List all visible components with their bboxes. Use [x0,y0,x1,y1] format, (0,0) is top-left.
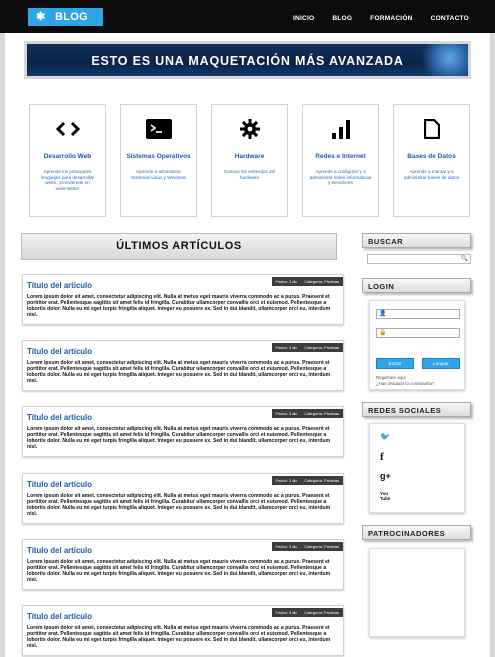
article-body: Lorem ipsum dolor sit amet, consectetur … [27,625,331,650]
feature-desc: Aprende los principales lenguajes para d… [40,169,95,191]
youtube-icon[interactable]: You Tube [380,491,394,501]
article-meta: Fecha: 3 dic Categoría: Pruebas [271,542,343,551]
search-icon[interactable]: 🔍 [461,255,468,264]
brand-logo[interactable]: ✱ BLOG [28,8,103,26]
social-header: REDES SOCIALES [362,402,471,417]
main-nav: INICIO BLOG FORMACIÓN CONTACTO [293,15,469,22]
article-card: Título del artículo Fecha: 3 dic Categorí… [22,539,344,590]
register-link[interactable]: Registrate aquí [376,375,406,380]
login-heading: LOGIN [368,281,395,291]
username-field[interactable]: 👤 [376,309,460,319]
login-panel: 👤 🔒 Entrar Limpiar Registrate aquí ¿Has … [369,300,465,390]
article-date: Fecha: 3 dic [275,478,298,483]
article-category[interactable]: Categoría: Pruebas [304,608,339,617]
article-card: Título del artículo Fecha: 3 dic Categorí… [22,274,344,325]
article-title[interactable]: Título del artículo [27,347,92,356]
nav-item-blog[interactable]: BLOG [332,15,352,22]
feature-desc: Conoce los entresijos del hardware [223,169,276,180]
feature-title: Redes e Internet [315,153,366,160]
social-panel: 🐦 f g+ You Tube [369,423,465,513]
latest-articles-title: ÚLTIMOS ARTÍCULOS [116,240,242,252]
feature-card-hardware[interactable]: Hardware Conoce los entresijos del hardw… [211,104,288,217]
twitter-icon[interactable]: 🐦 [380,432,390,441]
article-date: Fecha: 3 dic [275,345,298,350]
facebook-icon[interactable]: f [380,451,384,463]
article-title[interactable]: Título del artículo [27,281,92,290]
article-body: Lorem ipsum dolor sit amet, consectetur … [27,559,331,584]
article-card: Título del artículo Fecha: 3 dic Categorí… [22,340,344,391]
article-date: Fecha: 3 dic [275,610,298,615]
sponsors-header: PATROCINADORES [362,525,471,540]
lock-icon: 🔒 [379,330,387,336]
social-heading: REDES SOCIALES [368,405,442,415]
user-icon: 👤 [379,311,387,317]
article-body: Lorem ipsum dolor sit amet, consectetur … [27,426,331,451]
nav-item-inicio[interactable]: INICIO [293,15,314,22]
password-field[interactable]: 🔒 [376,328,460,338]
top-navbar: ✱ BLOG INICIO BLOG FORMACIÓN CONTACTO [0,0,495,33]
article-category[interactable]: Categoría: Pruebas [304,277,339,286]
feature-desc: Aprende a montar y a administrar bases d… [403,169,460,180]
search-heading: BUSCAR [368,236,404,246]
sponsors-heading: PATROCINADORES [368,528,446,538]
article-body: Lorem ipsum dolor sit amet, consectetur … [27,360,331,385]
article-date: Fecha: 3 dic [275,411,298,416]
article-meta: Fecha: 3 dic Categoría: Pruebas [271,608,343,617]
latest-articles-header: ÚLTIMOS ARTÍCULOS [21,233,337,260]
article-title[interactable]: Título del artículo [27,480,92,489]
feature-card-web[interactable]: Desarrollo Web Aprende los principales l… [29,104,106,217]
signal-bars-icon [303,117,378,141]
feature-title: Desarrollo Web [43,153,92,160]
search-header: BUSCAR [362,233,471,248]
article-title[interactable]: Título del artículo [27,612,92,621]
article-title[interactable]: Título del artículo [27,546,92,555]
nav-item-contacto[interactable]: CONTACTO [431,15,469,22]
article-card: Título del artículo Fecha: 3 dic Categorí… [22,473,344,524]
article-body: Lorem ipsum dolor sit amet, consectetur … [27,294,331,319]
login-button[interactable]: Entrar [376,358,414,369]
feature-card-bases-datos[interactable]: Bases de Datos Aprende a montar y a admi… [393,104,470,217]
article-category[interactable]: Categoría: Pruebas [304,409,339,418]
article-category[interactable]: Categoría: Pruebas [304,542,339,551]
clear-button[interactable]: Limpiar [422,358,460,369]
terminal-icon [121,117,196,141]
hero-banner: ESTO ES UNA MAQUETACIÓN MÁS AVANZADA [24,41,471,79]
article-category[interactable]: Categoría: Pruebas [304,343,339,352]
forgot-password-link[interactable]: ¿Has olvidado tu contraseña? [376,381,434,386]
article-card: Título del artículo Fecha: 3 dic Categorí… [22,406,344,457]
article-date: Fecha: 3 dic [275,544,298,549]
feature-desc: Aprende a configurar y a administrar red… [309,169,372,186]
article-category[interactable]: Categoría: Pruebas [304,476,339,485]
google-plus-icon[interactable]: g+ [380,471,391,481]
article-body: Lorem ipsum dolor sit amet, consectetur … [27,493,331,518]
page-container: ESTO ES UNA MAQUETACIÓN MÁS AVANZADA Des… [5,33,490,657]
feature-title: Sistemas Operativos [126,153,191,160]
login-header: LOGIN [362,278,471,293]
feature-desc: Aprende a administrar Sistemas Linux y W… [131,169,186,180]
nav-item-formacion[interactable]: FORMACIÓN [370,15,412,22]
article-date: Fecha: 3 dic [275,279,298,284]
feature-card-sistemas[interactable]: Sistemas Operativos Aprende a administra… [120,104,197,217]
hero-title: ESTO ES UNA MAQUETACIÓN MÁS AVANZADA [91,54,404,68]
document-icon [394,117,469,141]
article-meta: Fecha: 3 dic Categoría: Pruebas [271,343,343,352]
feature-title: Hardware [234,153,265,160]
gear-icon [212,117,287,141]
brand-label: BLOG [55,11,88,23]
feature-title: Bases de Datos [407,153,456,160]
feature-card-redes[interactable]: Redes e Internet Aprende a configurar y … [302,104,379,217]
article-meta: Fecha: 3 dic Categoría: Pruebas [271,476,343,485]
article-meta: Fecha: 3 dic Categoría: Pruebas [271,277,343,286]
blog-logo-icon: ✱ [36,11,46,23]
search-input[interactable]: 🔍 [367,254,471,264]
sponsors-panel [369,548,465,637]
code-icon [30,117,105,141]
article-title[interactable]: Título del artículo [27,413,92,422]
article-meta: Fecha: 3 dic Categoría: Pruebas [271,409,343,418]
article-card: Título del artículo Fecha: 3 dic Categorí… [22,605,344,656]
